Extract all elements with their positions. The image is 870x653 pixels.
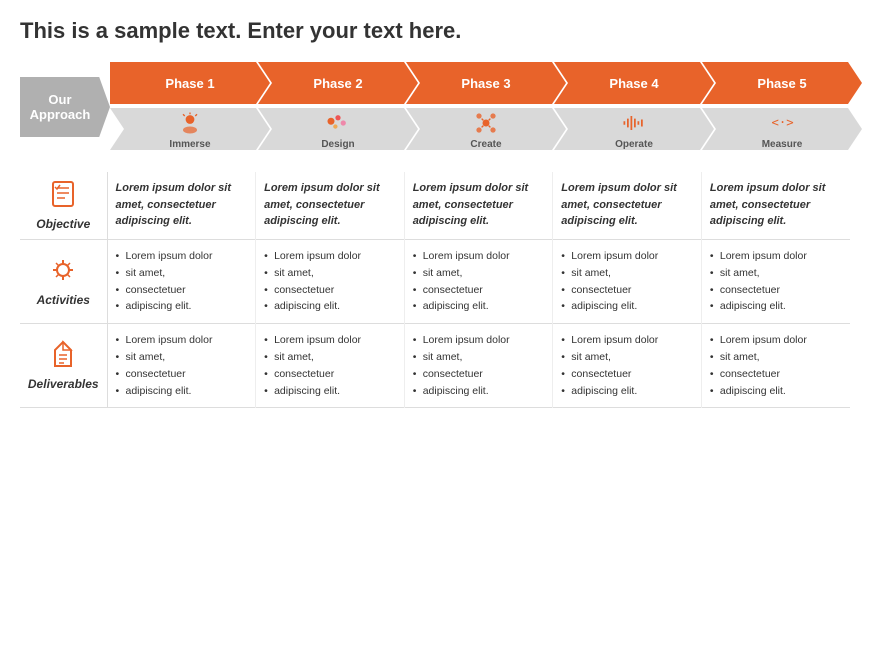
phase-1-sublabel: Immerse	[169, 139, 210, 150]
phase-5: Phase 5 <·> Measure	[702, 62, 862, 152]
immerse-icon	[176, 109, 204, 137]
create-icon	[472, 109, 500, 137]
operate-icon	[620, 109, 648, 137]
phase-5-bottom: <·> Measure	[702, 108, 862, 150]
activities-header: Activities	[20, 240, 107, 324]
phase-2: Phase 2 Design	[258, 62, 418, 152]
phases-container: Phase 1 Immerse Phase 2	[110, 62, 850, 152]
phase-3-label: Phase 3	[406, 62, 566, 104]
activities-cell-4: Lorem ipsum dolor sit amet, consectetuer…	[553, 240, 702, 324]
phase-2-label: Phase 2	[258, 62, 418, 104]
phase-5-sublabel: Measure	[762, 139, 803, 150]
activities-row: Activities Lorem ipsum dolor sit amet, c…	[20, 240, 850, 324]
arrow-banner: OurApproach Phase 1 Immerse Phase 2	[20, 62, 850, 152]
approach-label: OurApproach	[20, 77, 110, 137]
objective-cell-4: Lorem ipsum dolor sit amet, consectetuer…	[553, 172, 702, 240]
deliverables-cell-1: Lorem ipsum dolor sit amet, consectetuer…	[107, 324, 256, 408]
phase-4-label: Phase 4	[554, 62, 714, 104]
phase-1-label: Phase 1	[110, 62, 270, 104]
objective-cell-2: Lorem ipsum dolor sit amet, consectetuer…	[256, 172, 405, 240]
phase-1: Phase 1 Immerse	[110, 62, 270, 152]
deliverables-label: Deliverables	[24, 377, 103, 391]
content-table: Objective Lorem ipsum dolor sit amet, co…	[20, 172, 850, 408]
deliverables-cell-4: Lorem ipsum dolor sit amet, consectetuer…	[553, 324, 702, 408]
activities-cell-2: Lorem ipsum dolor sit amet, consectetuer…	[256, 240, 405, 324]
activities-cell-1: Lorem ipsum dolor sit amet, consectetuer…	[107, 240, 256, 324]
svg-text:<·>: <·>	[772, 115, 794, 129]
phase-3-bottom: Create	[406, 108, 566, 150]
deliverables-cell-5: Lorem ipsum dolor sit amet, consectetuer…	[701, 324, 850, 408]
design-icon	[324, 109, 352, 137]
phase-1-bottom: Immerse	[110, 108, 270, 150]
deliverables-icon	[49, 340, 77, 368]
objective-row: Objective Lorem ipsum dolor sit amet, co…	[20, 172, 850, 240]
activities-cell-3: Lorem ipsum dolor sit amet, consectetuer…	[404, 240, 553, 324]
phase-4: Phase 4 Operate	[554, 62, 714, 152]
objective-cell-3: Lorem ipsum dolor sit amet, consectetuer…	[404, 172, 553, 240]
activities-label: Activities	[24, 293, 103, 307]
objective-cell-5: Lorem ipsum dolor sit amet, consectetuer…	[701, 172, 850, 240]
objective-header: Objective	[20, 172, 107, 240]
phase-4-sublabel: Operate	[615, 139, 653, 150]
measure-icon: <·>	[768, 109, 796, 137]
deliverables-cell-2: Lorem ipsum dolor sit amet, consectetuer…	[256, 324, 405, 408]
phase-3-sublabel: Create	[470, 139, 501, 150]
phase-5-label: Phase 5	[702, 62, 862, 104]
activities-cell-5: Lorem ipsum dolor sit amet, consectetuer…	[701, 240, 850, 324]
activities-icon	[49, 256, 77, 284]
phase-2-bottom: Design	[258, 108, 418, 150]
deliverables-header: Deliverables	[20, 324, 107, 408]
objective-cell-1: Lorem ipsum dolor sit amet, consectetuer…	[107, 172, 256, 240]
phase-3: Phase 3 Create	[406, 62, 566, 152]
checklist-icon	[49, 180, 77, 208]
page-title: This is a sample text. Enter your text h…	[20, 18, 850, 44]
phase-2-sublabel: Design	[321, 139, 354, 150]
deliverables-row: Deliverables Lorem ipsum dolor sit amet,…	[20, 324, 850, 408]
phase-4-bottom: Operate	[554, 108, 714, 150]
objective-label: Objective	[24, 217, 103, 231]
deliverables-cell-3: Lorem ipsum dolor sit amet, consectetuer…	[404, 324, 553, 408]
